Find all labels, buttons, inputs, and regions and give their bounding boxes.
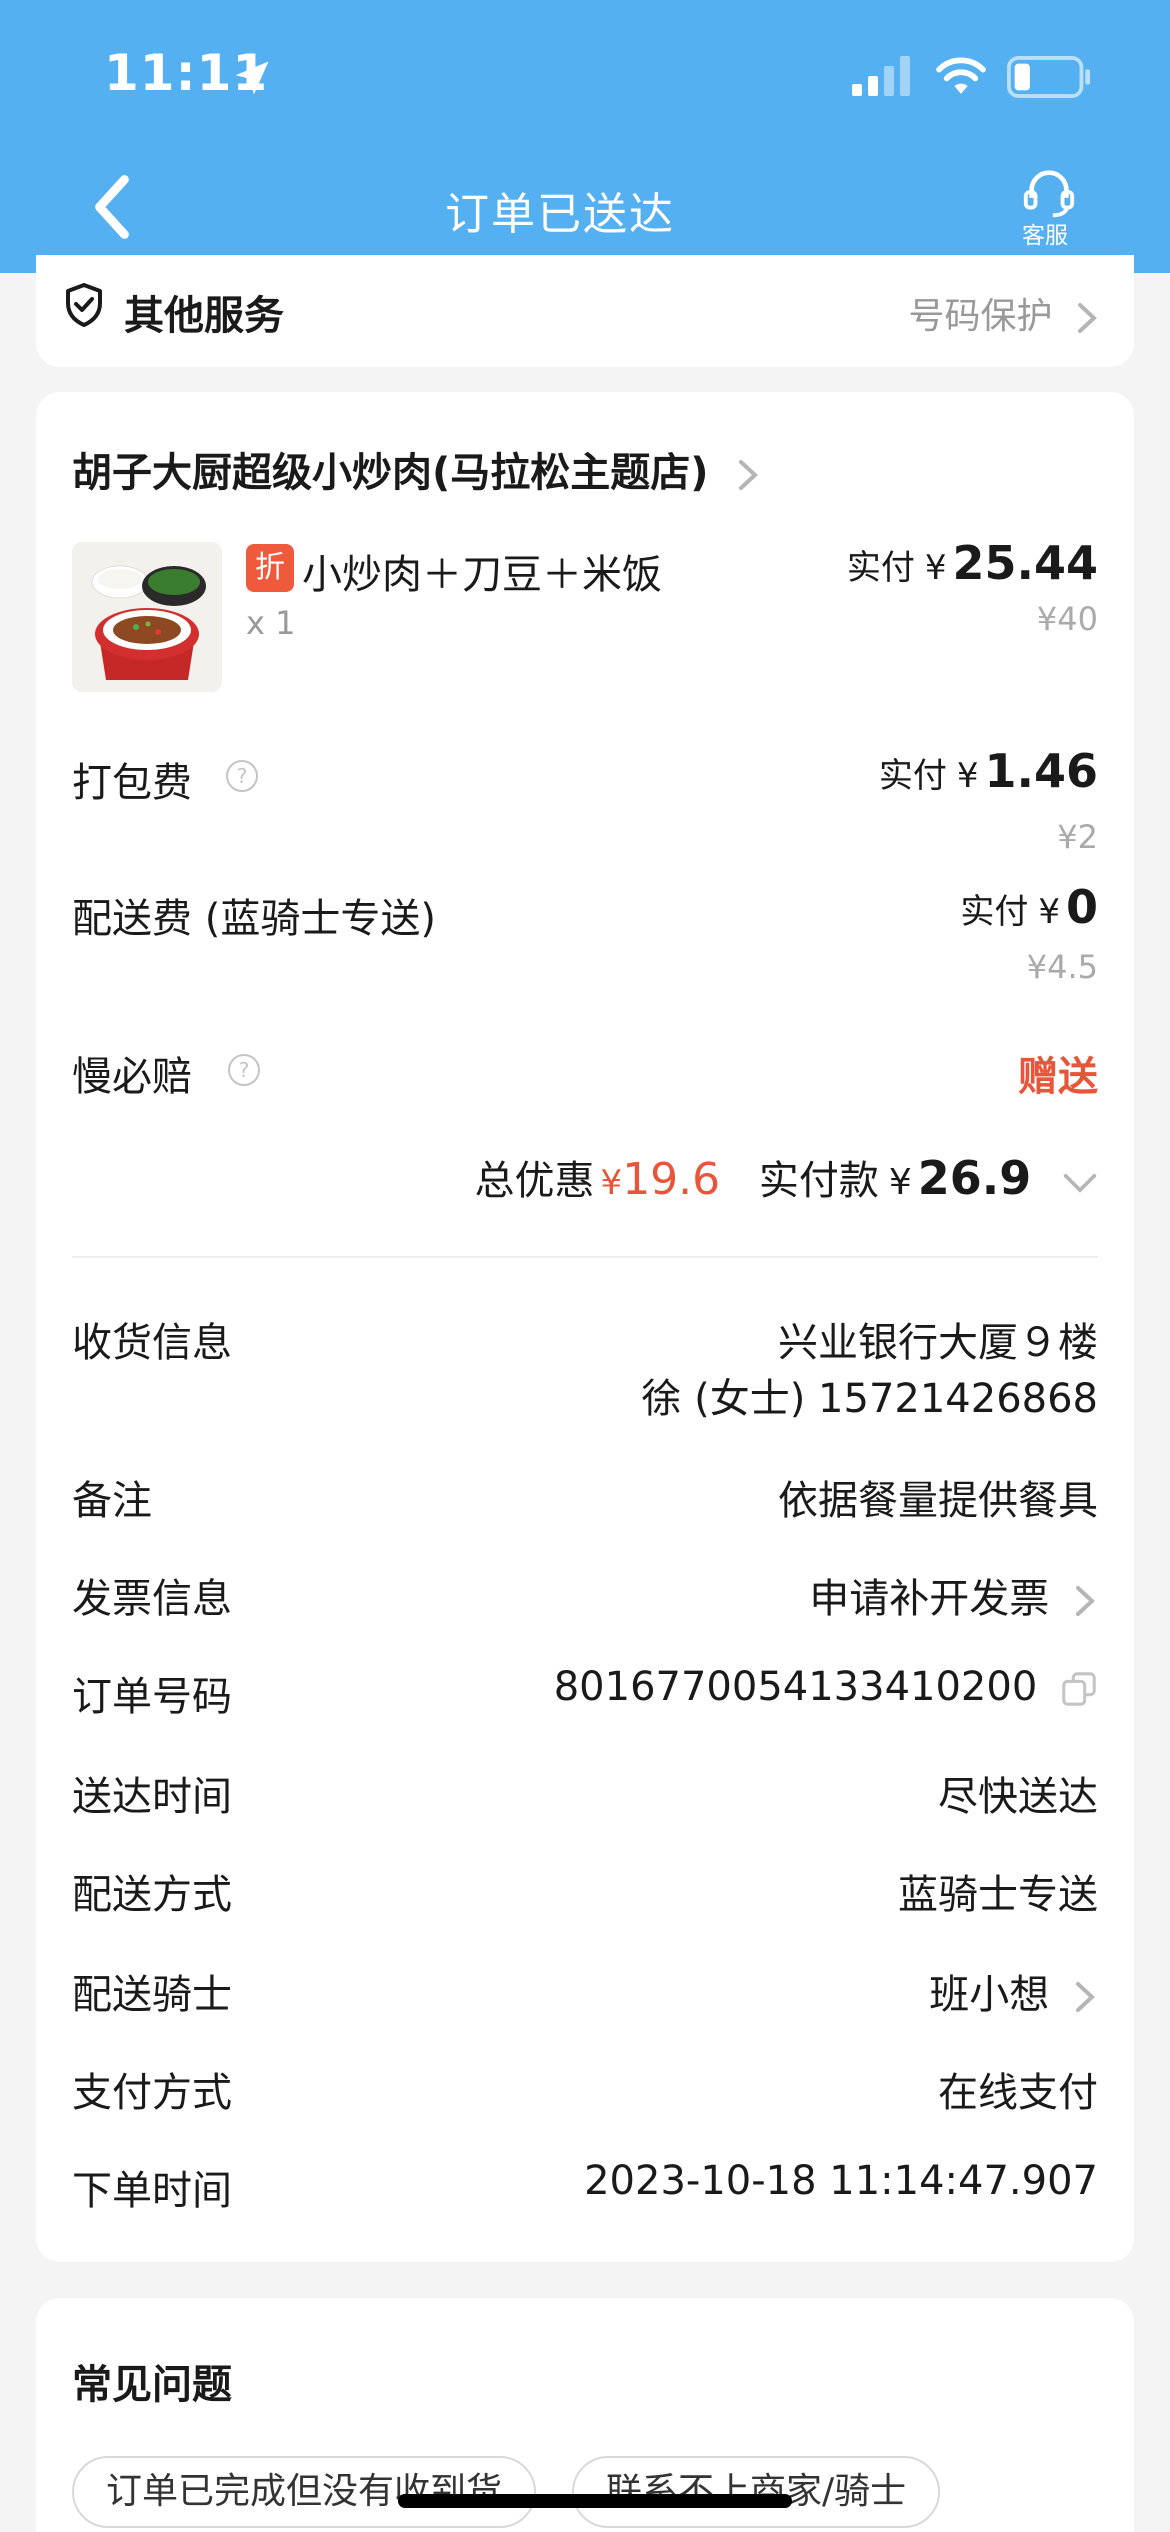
delivery-original-price: ¥4.5 — [1026, 948, 1098, 986]
chevron-right-icon — [1076, 1982, 1095, 2012]
total-discount-currency: ¥ — [600, 1163, 623, 1203]
home-indicator — [398, 2494, 792, 2508]
order-total-summary[interactable]: 总优惠 ¥19.6 实付款 ¥26.9 — [475, 1148, 1098, 1206]
help-icon[interactable]: ? — [226, 760, 258, 792]
total-discount-amount: 19.6 — [622, 1154, 721, 1205]
battery-icon — [1007, 56, 1091, 98]
slow-compensation-value: 赠送 — [1018, 1054, 1098, 1100]
chevron-right-icon — [1078, 303, 1097, 333]
invoice-link[interactable]: 申请补开发票 — [809, 1566, 1098, 1624]
packaging-currency: ¥ — [956, 756, 979, 796]
number-protection-link[interactable]: 号码保护 — [909, 287, 1100, 339]
number-protection-label: 号码保护 — [908, 296, 1053, 337]
help-icon[interactable]: ? — [228, 1054, 260, 1086]
delivery-paid-amount: 0 — [1065, 880, 1098, 934]
total-discount-label: 总优惠 — [474, 1158, 595, 1204]
other-services-title: 其他服务 — [124, 293, 284, 339]
headset-icon[interactable] — [1020, 168, 1078, 220]
invoice-value: 申请补开发票 — [809, 1576, 1050, 1622]
delivery-paid-label: 实付 — [960, 892, 1029, 932]
faq-chip-not-received[interactable]: 订单已完成但没有收到货 — [72, 2456, 537, 2528]
slow-compensation-label: 慢必赔 — [72, 1054, 192, 1100]
customer-service-label[interactable]: 客服 — [1022, 216, 1068, 250]
rider-name: 班小想 — [929, 1972, 1050, 2018]
page-title: 订单已送达 — [445, 189, 675, 240]
rider-link[interactable]: 班小想 — [929, 1962, 1098, 2020]
packaging-fee-price: 实付 ¥1.46 — [879, 744, 1098, 798]
address-label: 收货信息 — [72, 1320, 232, 1366]
remark-value: 依据餐量提供餐具 — [778, 1478, 1098, 1524]
order-detail-card: 胡子大厨超级小炒肉(马拉松主题店) 折 小炒肉＋刀豆＋米饭 x 1 实付 ¥25.… — [36, 392, 1134, 2262]
order-number-value: 8016770054133410200 — [553, 1664, 1038, 1710]
invoice-label: 发票信息 — [72, 1576, 232, 1622]
chevron-right-icon — [1076, 1586, 1095, 1616]
faq-title: 常见问题 — [72, 2362, 232, 2408]
order-number-label: 订单号码 — [72, 1674, 232, 1720]
payment-method-value: 在线支付 — [938, 2070, 1098, 2116]
item-currency: ¥ — [924, 548, 947, 588]
section-divider — [72, 1256, 1098, 1258]
delivery-method-label: 配送方式 — [72, 1872, 232, 1918]
item-original-price: ¥40 — [1036, 600, 1098, 638]
delivery-fee-label: 配送费 (蓝骑士专送) — [72, 896, 436, 942]
order-number-row: 8016770054133410200 — [554, 1664, 1098, 1710]
item-quantity: x 1 — [246, 604, 296, 642]
delivery-time-label: 送达时间 — [72, 1774, 232, 1820]
address-line: 兴业银行大厦９楼 — [778, 1320, 1098, 1366]
other-services-card: 其他服务 号码保护 — [36, 255, 1134, 367]
discount-badge: 折 — [246, 544, 294, 592]
chevron-right-icon — [738, 460, 758, 490]
total-paid-amount: 26.9 — [917, 1151, 1032, 1205]
recipient-contact: 徐 (女士) 15721426868 — [641, 1376, 1098, 1422]
order-time-value: 2023-10-18 11:14:47.907 — [584, 2158, 1098, 2204]
item-paid-amount: 25.44 — [952, 536, 1098, 590]
packaging-fee-label: 打包费 — [72, 760, 192, 806]
top-bar: 11:11 订单已送达 客服 — [0, 0, 1170, 273]
item-name: 小炒肉＋刀豆＋米饭 — [302, 552, 662, 598]
item-price: 实付 ¥25.44 — [847, 536, 1098, 590]
payment-method-label: 支付方式 — [72, 2070, 232, 2116]
item-paid-label: 实付 — [846, 548, 915, 588]
delivery-time-value: 尽快送达 — [938, 1774, 1098, 1820]
shield-check-icon — [66, 283, 102, 327]
delivery-method-value: 蓝骑士专送 — [898, 1872, 1098, 1918]
shop-link[interactable]: 胡子大厨超级小炒肉(马拉松主题店) — [72, 440, 761, 498]
signal-icon — [852, 56, 910, 96]
delivery-currency: ¥ — [1038, 892, 1060, 932]
copy-icon[interactable] — [1060, 1670, 1098, 1708]
dish-photo — [91, 565, 206, 680]
shop-name: 胡子大厨超级小炒肉(马拉松主题店) — [72, 450, 709, 496]
rider-label: 配送骑士 — [72, 1972, 232, 2018]
chevron-down-icon — [1063, 1174, 1097, 1193]
dish-image[interactable] — [72, 542, 222, 692]
order-time-label: 下单时间 — [72, 2168, 232, 2214]
delivery-fee-price: 实付 ¥0 — [960, 880, 1098, 934]
remark-label: 备注 — [72, 1478, 152, 1524]
packaging-paid-label: 实付 — [878, 756, 947, 796]
total-paid-label: 实付款 — [758, 1158, 879, 1204]
location-arrow-icon — [235, 61, 269, 95]
wifi-icon — [936, 57, 986, 94]
packaging-paid-amount: 1.46 — [984, 744, 1099, 798]
total-paid-currency: ¥ — [888, 1162, 912, 1203]
faq-chip-cannot-contact[interactable]: 联系不上商家/骑士 — [572, 2456, 941, 2528]
packaging-original-price: ¥2 — [1057, 818, 1098, 856]
